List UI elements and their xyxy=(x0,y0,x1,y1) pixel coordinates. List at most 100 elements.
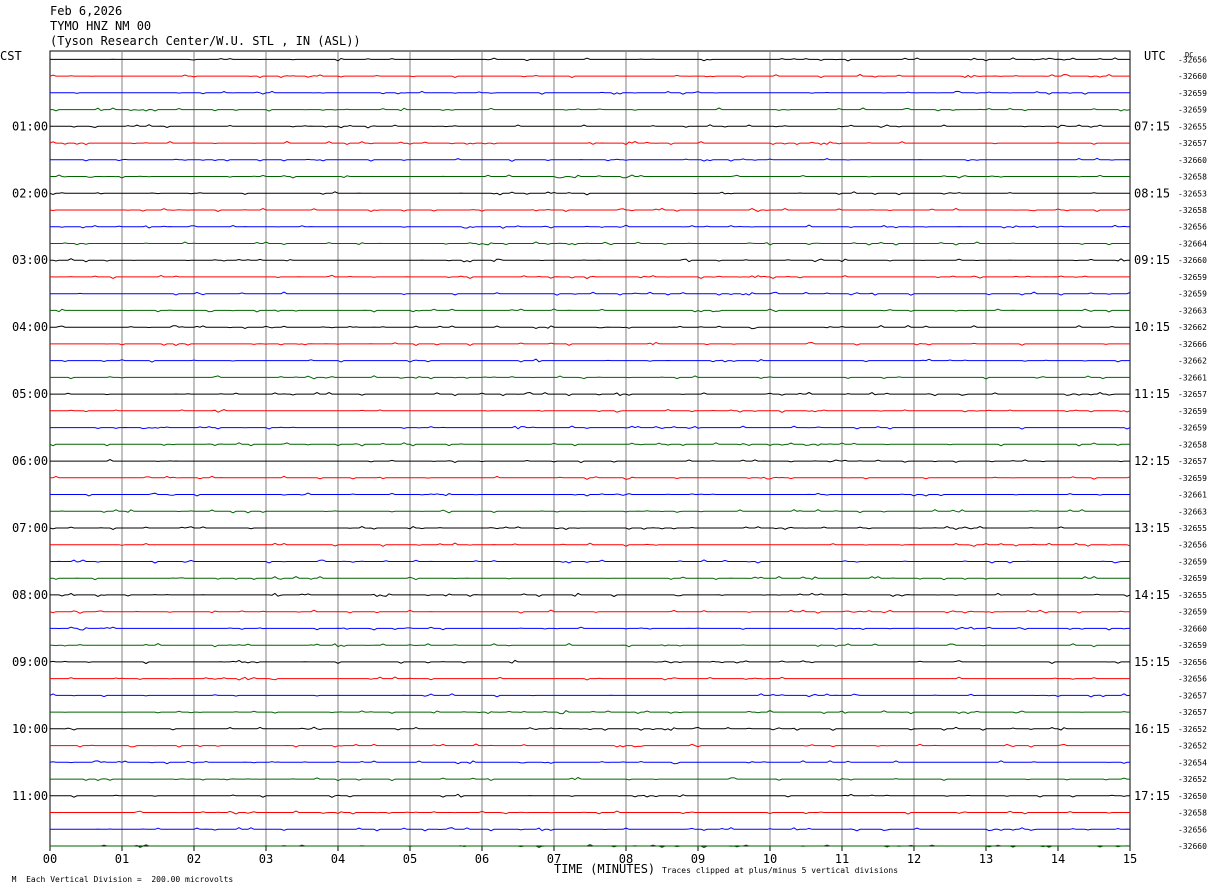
utc-hour-label: 12:15 xyxy=(1134,454,1170,468)
cst-hour-label: 05:00 xyxy=(12,387,48,401)
x-tick-label: 05 xyxy=(403,852,417,866)
x-tick-label: 03 xyxy=(259,852,273,866)
x-tick-label: 04 xyxy=(331,852,345,866)
trace-line xyxy=(50,459,1130,464)
trace-line xyxy=(50,291,1131,296)
cst-hour-label: 06:00 xyxy=(12,454,48,468)
clip-note: Traces clipped at plus/minus 5 vertical … xyxy=(662,866,899,875)
trace-line xyxy=(50,57,1130,62)
trace-line xyxy=(49,191,1130,196)
dc-offset-label: -32664 xyxy=(1178,239,1207,248)
dc-offset-label: -32659 xyxy=(1178,574,1207,583)
trace-line xyxy=(50,157,1131,162)
trace-line xyxy=(50,174,1130,179)
utc-hour-label: 10:15 xyxy=(1134,320,1170,334)
dc-offset-label: -32662 xyxy=(1178,323,1207,332)
x-axis-title: TIME (MINUTES) xyxy=(554,862,656,876)
footer-marker: M xyxy=(11,875,17,884)
dc-offset-label: -32655 xyxy=(1178,122,1207,131)
vertical-division-note: M Each Vertical Division = 200.00 microv… xyxy=(2,866,234,884)
trace-line xyxy=(50,358,1130,363)
dc-offset-label: -32660 xyxy=(1178,842,1207,851)
x-tick-label: 12 xyxy=(907,852,921,866)
dc-offset-label: -32657 xyxy=(1178,390,1207,399)
dc-offset-label: -32666 xyxy=(1178,340,1207,349)
dc-offset-label: -32660 xyxy=(1178,156,1207,165)
trace-line xyxy=(50,793,1130,798)
dc-offset-label: -32660 xyxy=(1178,256,1207,265)
dc-offset-label: -32662 xyxy=(1178,357,1207,366)
dc-offset-label: -32656 xyxy=(1178,825,1207,834)
cst-hour-label: 02:00 xyxy=(12,186,48,200)
dc-offset-label: -32654 xyxy=(1178,758,1207,767)
dc-offset-label: -32656 xyxy=(1178,223,1207,232)
cst-hour-label: 09:00 xyxy=(12,655,48,669)
cst-hour-label: 08:00 xyxy=(12,588,48,602)
cst-hour-label: 01:00 xyxy=(12,119,48,133)
dc-offset-label: -32652 xyxy=(1178,775,1207,784)
trace-line xyxy=(49,659,1130,665)
trace-line xyxy=(50,90,1130,95)
dc-label: DC xyxy=(1185,51,1193,59)
axis-labels: 00 01 02 03 04 05 06 07 08 09 10 11 12 13 14 15-32656-3… xyxy=(0,49,1207,866)
trace-line xyxy=(50,827,1131,832)
dc-offset-label: -32659 xyxy=(1178,89,1207,98)
trace-line xyxy=(50,375,1130,380)
dc-offset-label: -32661 xyxy=(1178,491,1207,500)
utc-hour-label: 16:15 xyxy=(1134,722,1170,736)
dc-offset-label: -32650 xyxy=(1178,792,1207,801)
trace-line xyxy=(49,73,1130,79)
trace-line xyxy=(50,776,1130,782)
trace-line xyxy=(50,810,1130,815)
dc-offset-label: -32652 xyxy=(1178,742,1207,751)
cst-hour-label: 11:00 xyxy=(12,789,48,803)
dc-offset-label: -32660 xyxy=(1178,72,1207,81)
dc-offset-label: -32657 xyxy=(1178,708,1207,717)
footer-scale-text: Each Vertical Division = 200.00 microvol… xyxy=(26,875,234,884)
trace-line xyxy=(50,308,1130,313)
dc-offset-label: -32659 xyxy=(1178,407,1207,416)
x-tick-label: 09 xyxy=(691,852,705,866)
dc-offset-label: -32659 xyxy=(1178,474,1207,483)
x-tick-label: 15 xyxy=(1123,852,1137,866)
utc-hour-label: 11:15 xyxy=(1134,387,1170,401)
utc-zone-label: UTC xyxy=(1144,49,1166,63)
x-tick-label: 11 xyxy=(835,852,849,866)
helicorder-plot: 00 01 02 03 04 05 06 07 08 09 10 11 12 13 14 15-32656-3… xyxy=(0,49,1207,866)
cst-zone-label: CST xyxy=(0,49,22,63)
dc-offset-label: -32656 xyxy=(1178,675,1207,684)
utc-hour-label: 07:15 xyxy=(1134,119,1170,133)
trace-line xyxy=(50,391,1130,397)
trace-line xyxy=(50,475,1131,480)
dc-offset-label: -32659 xyxy=(1178,608,1207,617)
trace-line xyxy=(50,124,1130,129)
x-tick-label: 13 xyxy=(979,852,993,866)
trace-line xyxy=(50,325,1130,330)
trace-line xyxy=(50,425,1131,430)
x-tick-label: 10 xyxy=(763,852,777,866)
plot-frame xyxy=(49,50,1131,847)
trace-line xyxy=(50,559,1130,564)
dc-offset-label: -32659 xyxy=(1178,106,1207,115)
trace-line xyxy=(50,576,1130,581)
trace-line xyxy=(50,341,1130,346)
trace-line xyxy=(50,743,1130,748)
dc-offset-label: -32658 xyxy=(1178,173,1207,182)
x-tick-label: 02 xyxy=(187,852,201,866)
dc-offset-label: -32656 xyxy=(1178,541,1207,550)
trace-line xyxy=(50,592,1131,598)
dc-offset-label: -32653 xyxy=(1178,189,1207,198)
dc-offset-label: -32663 xyxy=(1178,306,1207,315)
trace-line xyxy=(50,509,1130,514)
trace-lines xyxy=(49,57,1131,849)
dc-offset-label: -32655 xyxy=(1178,591,1207,600)
cst-hour-label: 04:00 xyxy=(12,320,48,334)
trace-line xyxy=(49,525,1130,531)
trace-line xyxy=(50,107,1131,112)
dc-offset-label: -32659 xyxy=(1178,273,1207,282)
utc-hour-label: 09:15 xyxy=(1134,253,1170,267)
trace-line xyxy=(50,408,1131,413)
trace-line xyxy=(49,609,1130,614)
x-tick-label: 00 xyxy=(43,852,57,866)
cst-hour-label: 03:00 xyxy=(12,253,48,267)
